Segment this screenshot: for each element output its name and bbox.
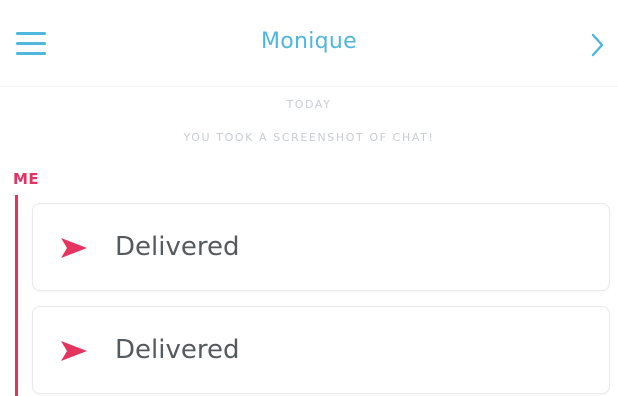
sender-label: ME	[13, 170, 40, 188]
chat-title: Monique	[260, 29, 358, 54]
screenshot-notice: YOU TOOK A SCREENSHOT OF CHAT!	[183, 131, 435, 144]
sent-arrow-icon	[61, 341, 87, 361]
message-bubble[interactable]: Delivered	[32, 203, 610, 291]
sent-arrow-icon	[61, 238, 87, 258]
chevron-right-icon	[591, 33, 604, 57]
message-bubble[interactable]: Delivered	[32, 306, 610, 394]
thread-indicator-bar	[15, 195, 18, 396]
chat-screen: Monique TODAY YOU TOOK A SCREENSHOT OF C…	[0, 0, 618, 396]
date-separator: TODAY	[286, 98, 332, 111]
chat-header: Monique	[0, 0, 618, 87]
message-status: Delivered	[115, 232, 240, 262]
next-button[interactable]	[586, 30, 608, 60]
message-status: Delivered	[115, 335, 240, 365]
